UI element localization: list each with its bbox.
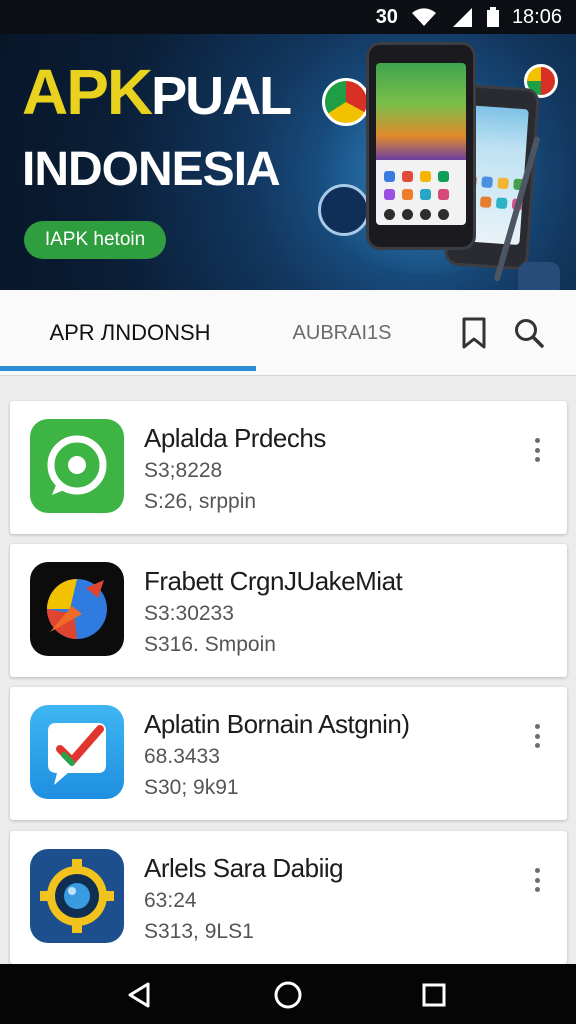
system-navigation-bar: [0, 964, 576, 1024]
wifi-icon: [410, 6, 438, 28]
banner-title: APKPUAL: [22, 60, 292, 126]
more-options-icon[interactable]: [525, 721, 549, 751]
app-title: Aplalda Prdechs: [144, 423, 326, 453]
more-options-icon[interactable]: [525, 865, 549, 895]
tab-apk-indonesia[interactable]: APR ЛNDONSH: [0, 290, 256, 376]
recents-icon[interactable]: [417, 978, 451, 1012]
back-icon[interactable]: [122, 978, 156, 1012]
active-tab-indicator: [0, 366, 256, 371]
app-meta-line-1: S3:30233: [144, 602, 234, 625]
app-list-item[interactable]: Arlels Sara Dabiig 63:24 S313, 9LS1: [10, 831, 567, 964]
checkmark-chat-icon: [30, 705, 124, 799]
banner-subtitle: INDONESIA: [22, 143, 281, 196]
app-title: Aplatin Bornain Astgnin): [144, 709, 410, 739]
speaker-illustration: [518, 262, 560, 290]
status-bar: 30 18:06: [0, 0, 576, 34]
app-meta-line-1: 68.3433: [144, 745, 220, 768]
app-meta-line-2: S30; 9k91: [144, 776, 239, 799]
app-meta-line-2: S313, 9LS1: [144, 920, 254, 943]
tab-categories[interactable]: AUBRAI1S: [256, 290, 428, 376]
banner-title-accent: APK: [22, 56, 153, 128]
app-list-item[interactable]: Aplatin Bornain Astgnin) 68.3433 S30; 9k…: [10, 687, 567, 820]
app-list-item[interactable]: Frabett CrgnJUakeMiat S3:30233 S316. Smp…: [10, 544, 567, 677]
status-indicator-text: 30: [375, 5, 398, 28]
mail-badge-icon: [318, 184, 370, 236]
browser-style-icon: [30, 562, 124, 656]
app-list-item[interactable]: Aplalda Prdechs S3;8228 S:26, srppin: [10, 401, 567, 534]
app-meta-line-1: S3;8228: [144, 459, 223, 482]
battery-icon: [486, 6, 500, 28]
app-meta-line-2: S316. Smpoin: [144, 633, 276, 656]
app-meta-line-2: S:26, srppin: [144, 490, 257, 513]
app-title: Frabett CrgnJUakeMiat: [144, 566, 403, 596]
gear-camera-icon: [30, 849, 124, 943]
status-time: 18:06: [511, 5, 562, 28]
bookmark-icon[interactable]: [458, 316, 490, 350]
more-options-icon[interactable]: [525, 435, 549, 465]
phone-illustration-front: [366, 42, 476, 250]
banner-pill-button[interactable]: IAPK hetoin: [24, 221, 166, 259]
home-icon[interactable]: [271, 978, 305, 1012]
chrome-logo-icon: [322, 78, 370, 126]
search-icon[interactable]: [513, 316, 545, 350]
app-meta-line-1: 63:24: [144, 889, 197, 912]
banner-title-rest: PUAL: [151, 66, 292, 126]
signal-icon: [450, 6, 474, 28]
app-title: Arlels Sara Dabiig: [144, 853, 344, 883]
whatsapp-style-icon: [30, 419, 124, 513]
promo-banner[interactable]: APKPUAL INDONESIA IAPK hetoin: [0, 34, 576, 290]
